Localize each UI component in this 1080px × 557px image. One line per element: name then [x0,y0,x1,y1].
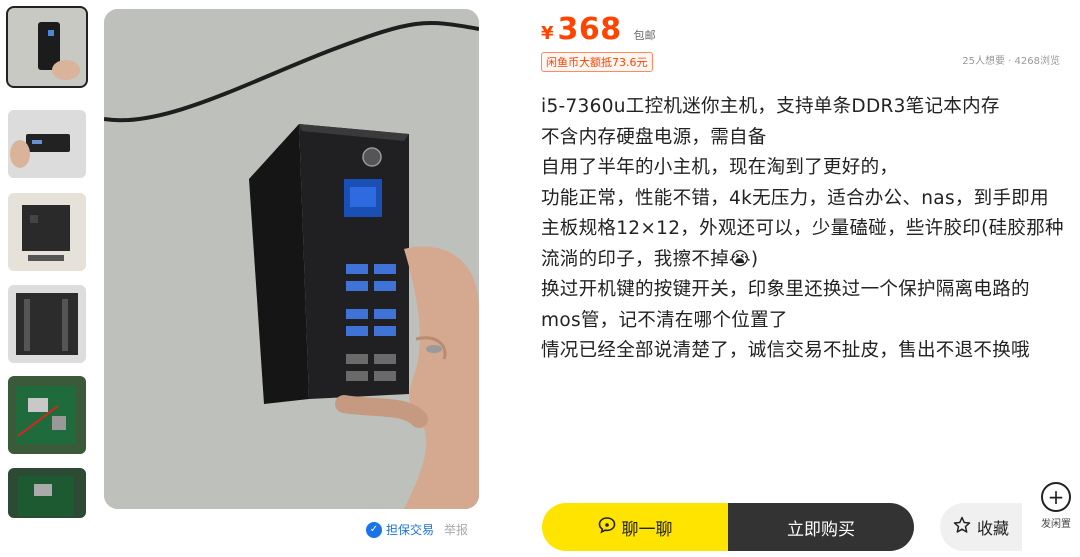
thumbnail-5[interactable] [8,376,86,454]
description-line: 主板规格12×12，外观还可以，少量磕碰，些许胶印(硅胶那种流淌的印子，我擦不掉… [541,218,1064,270]
thumbnail-3[interactable] [8,193,86,271]
chat-bubble-icon [598,516,616,539]
wants-views-stats: 25人想要 · 4268浏览 [962,56,1060,67]
coin-discount-badge: 闲鱼币大额抵73.6元 [541,52,653,72]
description-line: 自用了半年的小主机，现在淘到了更好的， [541,157,899,178]
chat-button[interactable]: 聊一聊 [542,503,728,551]
chat-label: 聊一聊 [621,519,673,540]
star-icon [953,516,971,538]
buy-label: 立即购买 [787,519,855,540]
description-line: 不含内存硬盘电源，需自备 [541,126,767,148]
shield-icon: ✓ [366,521,382,538]
main-product-photo[interactable] [104,9,479,509]
plus-circle-icon: + [1041,482,1071,512]
product-description: i5-7360u工控机迷你主机，支持单条DDR3笔记本内存 不含内存硬盘电源，需… [541,92,1066,367]
favorite-button[interactable]: 收藏 [940,503,1022,551]
thumbnail-1[interactable] [6,6,88,88]
price-amount: 368 [557,12,622,47]
report-link[interactable]: 举报 [444,521,468,538]
description-line: 情况已经全部说清楚了，诚信交易不扯皮，售出不退不换哦 [541,340,1030,361]
publish-label: 发闲置 [1041,519,1071,530]
thumbnail-6[interactable] [8,468,86,518]
guarantee-link[interactable]: ✓ 担保交易 [366,521,434,538]
guarantee-row: ✓ 担保交易 举报 [366,521,468,538]
thumbnail-4[interactable] [8,285,86,363]
shipping-tag: 包邮 [633,29,656,42]
price-row: ¥ 368 包邮 [541,12,656,47]
favorite-label: 收藏 [976,519,1009,538]
thumbnail-2[interactable] [8,110,86,178]
publish-idle-button[interactable]: + 发闲置 [1032,482,1080,554]
guarantee-label: 担保交易 [386,523,435,537]
buy-now-button[interactable]: 立即购买 [728,503,914,551]
description-line: 功能正常，性能不错，4k无压力，适合办公、nas，到手即用 [541,187,1049,209]
description-line: i5-7360u工控机迷你主机，支持单条DDR3笔记本内存 [541,96,1000,117]
description-line: 换过开机键的按键开关，印象里还换过一个保护隔离电路的mos管，记不清在哪个位置了 [541,279,1030,331]
currency-symbol: ¥ [541,23,554,44]
